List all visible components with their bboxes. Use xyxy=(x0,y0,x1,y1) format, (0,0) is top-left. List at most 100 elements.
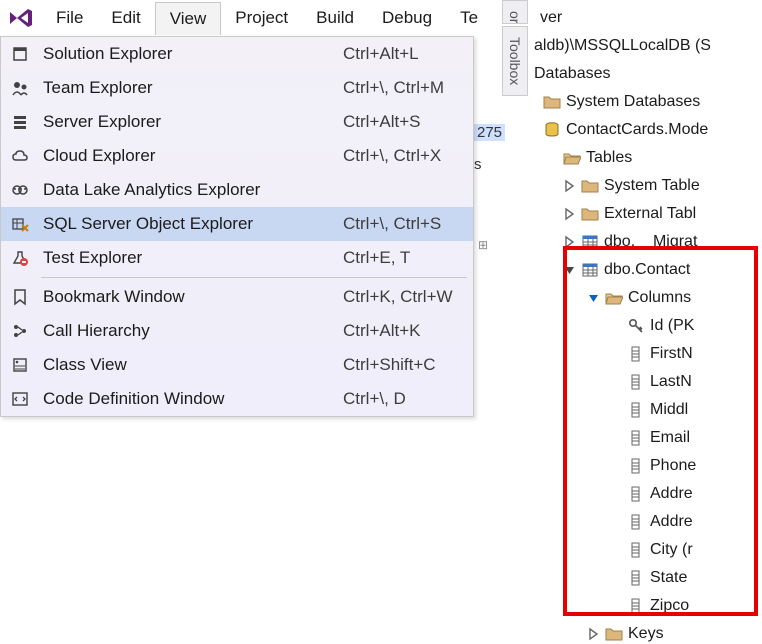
menu-build[interactable]: Build xyxy=(302,2,368,34)
object-explorer-tree: ver aldb)\MSSQLLocalDB (S Databases Syst… xyxy=(532,0,762,644)
menuitem-shortcut: Ctrl+K, Ctrl+W xyxy=(343,287,463,307)
tree-label: aldb)\MSSQLLocalDB (S xyxy=(534,37,711,55)
folder-icon xyxy=(604,624,624,644)
tree-label: External Tabl xyxy=(604,205,696,223)
menuitem-call-hierarchy[interactable]: Call Hierarchy Ctrl+Alt+K xyxy=(1,314,473,348)
menuitem-shortcut: Ctrl+\, D xyxy=(343,389,463,409)
tree-node-databases[interactable]: Databases xyxy=(534,60,762,88)
tree-node-tables[interactable]: Tables xyxy=(534,144,762,172)
folder-open-icon xyxy=(562,148,582,168)
menuitem-class-view[interactable]: Class View Ctrl+Shift+C xyxy=(1,348,473,382)
menu-project[interactable]: Project xyxy=(221,2,302,34)
menu-test-cut[interactable]: Te xyxy=(446,2,492,34)
tree-node-database[interactable]: ContactCards.Mode xyxy=(534,116,762,144)
tree-label: Databases xyxy=(534,65,611,83)
tree-node-column[interactable]: FirstN xyxy=(534,340,762,368)
tree-label: dbo.__Migrat xyxy=(604,233,697,251)
menuitem-label: Server Explorer xyxy=(43,112,333,132)
menuitem-code-definition-window[interactable]: Code Definition Window Ctrl+\, D xyxy=(1,382,473,416)
tree-label: Id (PK xyxy=(650,317,694,335)
menuitem-shortcut: Ctrl+Shift+C xyxy=(343,355,463,375)
menu-debug[interactable]: Debug xyxy=(368,2,446,34)
tree-label: System Table xyxy=(604,177,700,195)
tree-label: State xyxy=(650,569,687,587)
side-tab-explorer-cut[interactable]: orer xyxy=(502,0,528,24)
menuitem-test-explorer[interactable]: Test Explorer Ctrl+E, T xyxy=(1,241,473,275)
menuitem-data-lake-explorer[interactable]: Data Lake Analytics Explorer xyxy=(1,173,473,207)
collapse-icon[interactable] xyxy=(586,291,600,305)
column-icon xyxy=(626,596,646,616)
menu-edit[interactable]: Edit xyxy=(97,2,154,34)
menuitem-label: Bookmark Window xyxy=(43,287,333,307)
column-icon xyxy=(626,372,646,392)
menuitem-bookmark-window[interactable]: Bookmark Window Ctrl+K, Ctrl+W xyxy=(1,280,473,314)
bg-fragment-s: s xyxy=(474,156,482,173)
menuitem-label: Cloud Explorer xyxy=(43,146,333,166)
tree-node-column[interactable]: Id (PK xyxy=(534,312,762,340)
column-icon xyxy=(626,512,646,532)
tree-node-migrations-table[interactable]: dbo.__Migrat xyxy=(534,228,762,256)
table-icon xyxy=(580,260,600,280)
menu-file[interactable]: File xyxy=(42,2,97,34)
code-definition-icon xyxy=(7,386,33,412)
menuitem-shortcut: Ctrl+Alt+K xyxy=(343,321,463,341)
tree-node-column[interactable]: Addre xyxy=(534,480,762,508)
tree-label: System Databases xyxy=(566,93,700,111)
menuitem-cloud-explorer[interactable]: Cloud Explorer Ctrl+\, Ctrl+X xyxy=(1,139,473,173)
menuitem-shortcut: Ctrl+\, Ctrl+M xyxy=(343,78,463,98)
tree-node-server[interactable]: aldb)\MSSQLLocalDB (S xyxy=(534,32,762,60)
tree-label: LastN xyxy=(650,373,692,391)
tree-node-column[interactable]: Addre xyxy=(534,508,762,536)
tree-node-contact-table[interactable]: dbo.Contact xyxy=(534,256,762,284)
expand-icon[interactable] xyxy=(562,207,576,221)
cloud-explorer-icon xyxy=(7,143,33,169)
menuitem-label: Solution Explorer xyxy=(43,44,333,64)
tree-node-column[interactable]: City (r xyxy=(534,536,762,564)
tree-label: ContactCards.Mode xyxy=(566,121,708,139)
tree-label: Middl xyxy=(650,401,688,419)
menuitem-team-explorer[interactable]: Team Explorer Ctrl+\, Ctrl+M xyxy=(1,71,473,105)
bookmark-icon xyxy=(7,284,33,310)
tree-node-column[interactable]: Zipco xyxy=(534,592,762,620)
menuitem-shortcut: Ctrl+\, Ctrl+X xyxy=(343,146,463,166)
tree-label: dbo.Contact xyxy=(604,261,690,279)
column-icon xyxy=(626,456,646,476)
tree-label: Tables xyxy=(586,149,632,167)
expand-icon[interactable] xyxy=(562,179,576,193)
expand-icon[interactable] xyxy=(586,627,600,641)
tree-label: Zipco xyxy=(650,597,689,615)
tree-label: Columns xyxy=(628,289,691,307)
tree-label: FirstN xyxy=(650,345,693,363)
tree-node-columns[interactable]: Columns xyxy=(534,284,762,312)
collapse-icon[interactable] xyxy=(562,263,576,277)
tree-label: Email xyxy=(650,429,690,447)
tree-node-column[interactable]: LastN xyxy=(534,368,762,396)
tree-node-system-tables[interactable]: System Table xyxy=(534,172,762,200)
tree-node-column[interactable]: State xyxy=(534,564,762,592)
data-lake-icon xyxy=(7,177,33,203)
menu-view[interactable]: View xyxy=(155,2,222,35)
tree-label: City (r xyxy=(650,541,693,559)
tree-node-keys[interactable]: Keys xyxy=(534,620,762,644)
tree-node-external-tables[interactable]: External Tabl xyxy=(534,200,762,228)
menuitem-label: Code Definition Window xyxy=(43,389,333,409)
menuitem-server-explorer[interactable]: Server Explorer Ctrl+Alt+S xyxy=(1,105,473,139)
menuitem-label: Data Lake Analytics Explorer xyxy=(43,180,333,200)
menuitem-shortcut: Ctrl+\, Ctrl+S xyxy=(343,214,463,234)
menuitem-shortcut: Ctrl+Alt+S xyxy=(343,112,463,132)
key-icon xyxy=(626,316,646,336)
menu-separator xyxy=(41,277,467,278)
tree-node-column[interactable]: Phone xyxy=(534,452,762,480)
menuitem-shortcut: Ctrl+Alt+L xyxy=(343,44,463,64)
view-menu-dropdown: Solution Explorer Ctrl+Alt+L Team Explor… xyxy=(0,36,474,417)
menuitem-label: SQL Server Object Explorer xyxy=(43,214,333,234)
column-icon xyxy=(626,540,646,560)
tree-node-server-root-cut[interactable]: ver xyxy=(534,4,762,32)
tree-node-system-databases[interactable]: System Databases xyxy=(534,88,762,116)
tree-node-column[interactable]: Middl xyxy=(534,396,762,424)
menuitem-sql-server-object-explorer[interactable]: SQL Server Object Explorer Ctrl+\, Ctrl+… xyxy=(1,207,473,241)
menuitem-solution-explorer[interactable]: Solution Explorer Ctrl+Alt+L xyxy=(1,37,473,71)
expand-icon[interactable] xyxy=(562,235,576,249)
side-tab-toolbox[interactable]: Toolbox xyxy=(502,26,528,96)
tree-node-column[interactable]: Email xyxy=(534,424,762,452)
